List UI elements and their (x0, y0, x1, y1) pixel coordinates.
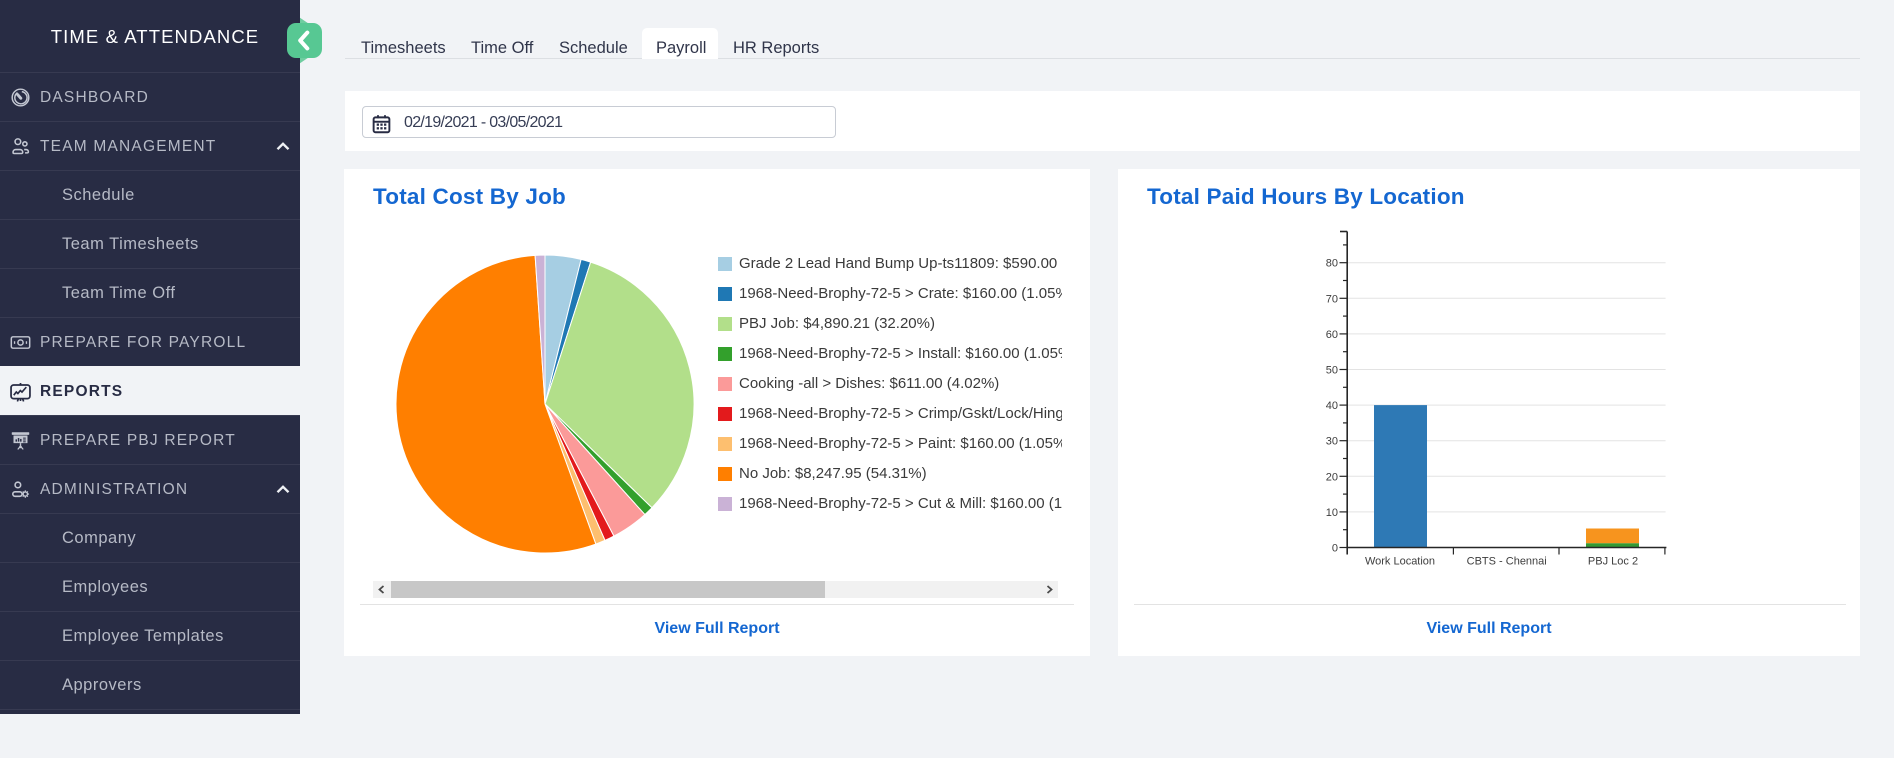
svg-text:70: 70 (1326, 293, 1338, 305)
svg-text:50: 50 (1326, 365, 1338, 377)
svg-text:0: 0 (1332, 543, 1338, 555)
svg-text:40: 40 (1326, 400, 1338, 412)
svg-text:30: 30 (1326, 436, 1338, 448)
svg-text:60: 60 (1326, 329, 1338, 341)
svg-text:PBJ Loc 2: PBJ Loc 2 (1588, 556, 1638, 568)
svg-text:Work Location: Work Location (1365, 556, 1435, 568)
svg-text:80: 80 (1326, 258, 1338, 270)
svg-text:10: 10 (1326, 507, 1338, 519)
svg-text:CBTS - Chennai: CBTS - Chennai (1467, 556, 1547, 568)
svg-text:20: 20 (1326, 471, 1338, 483)
